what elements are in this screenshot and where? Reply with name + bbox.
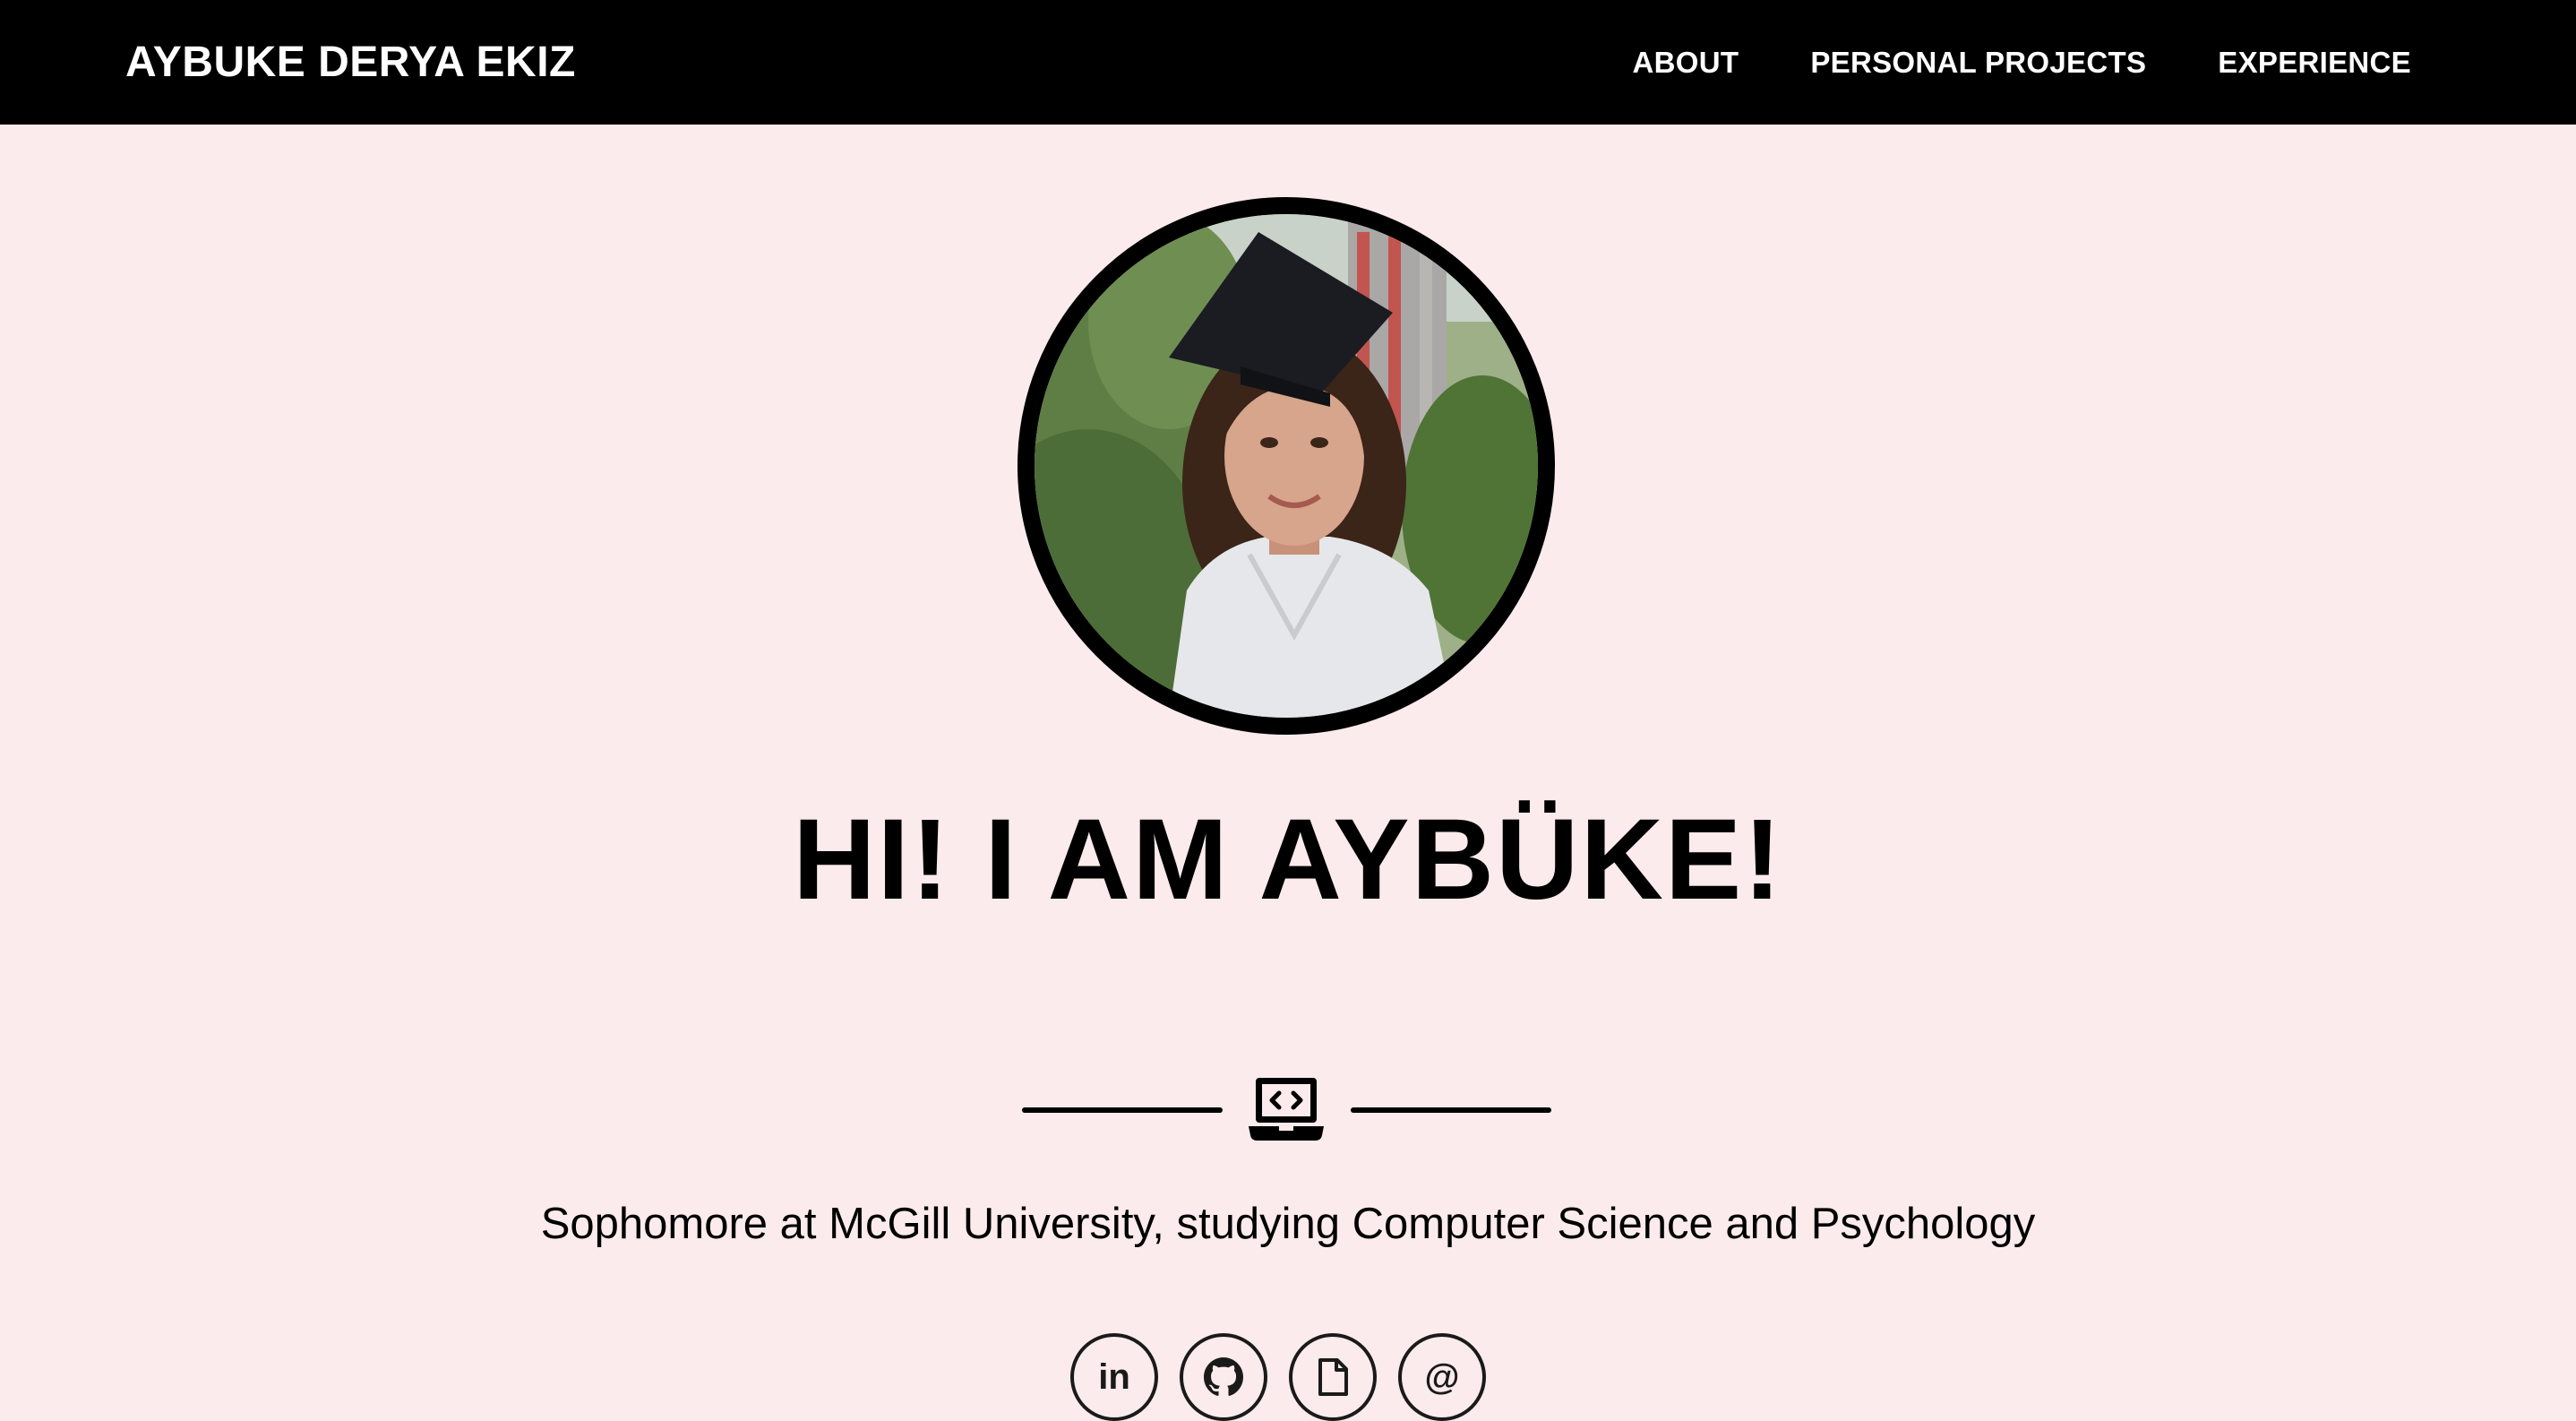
brand-link[interactable]: AYBUKE DERYA EKIZ [125, 0, 576, 125]
hero-subtitle: Sophomore at McGill University, studying… [540, 1200, 2036, 1248]
nav-links: ABOUT PERSONAL PROJECTS EXPERIENCE [1633, 0, 2411, 125]
top-navbar: AYBUKE DERYA EKIZ ABOUT PERSONAL PROJECT… [0, 0, 2576, 125]
github-button[interactable] [1180, 1333, 1267, 1421]
email-button[interactable]: @ [1398, 1333, 1486, 1421]
resume-button[interactable] [1289, 1333, 1377, 1421]
linkedin-icon: in [1098, 1356, 1130, 1397]
headline-divider [1019, 1076, 1557, 1142]
laptop-code-icon [1249, 1076, 1324, 1142]
linkedin-button[interactable]: in [1070, 1333, 1158, 1421]
nav-link-experience[interactable]: EXPERIENCE [2218, 46, 2411, 80]
profile-photo [1018, 197, 1555, 735]
divider-line-left [1022, 1107, 1223, 1113]
hero-section: HI! I AM AYBÜKE! Sophomore at McGill Uni… [0, 125, 2576, 1421]
nav-link-personal-projects[interactable]: PERSONAL PROJECTS [1810, 46, 2146, 80]
social-links: in @ [1070, 1333, 1486, 1421]
nav-link-about[interactable]: ABOUT [1633, 46, 1739, 80]
file-icon [1317, 1357, 1349, 1397]
at-icon: @ [1424, 1356, 1460, 1397]
divider-line-right [1351, 1107, 1551, 1113]
hero-headline: HI! I AM AYBÜKE! [793, 796, 1783, 924]
github-icon [1204, 1357, 1243, 1397]
